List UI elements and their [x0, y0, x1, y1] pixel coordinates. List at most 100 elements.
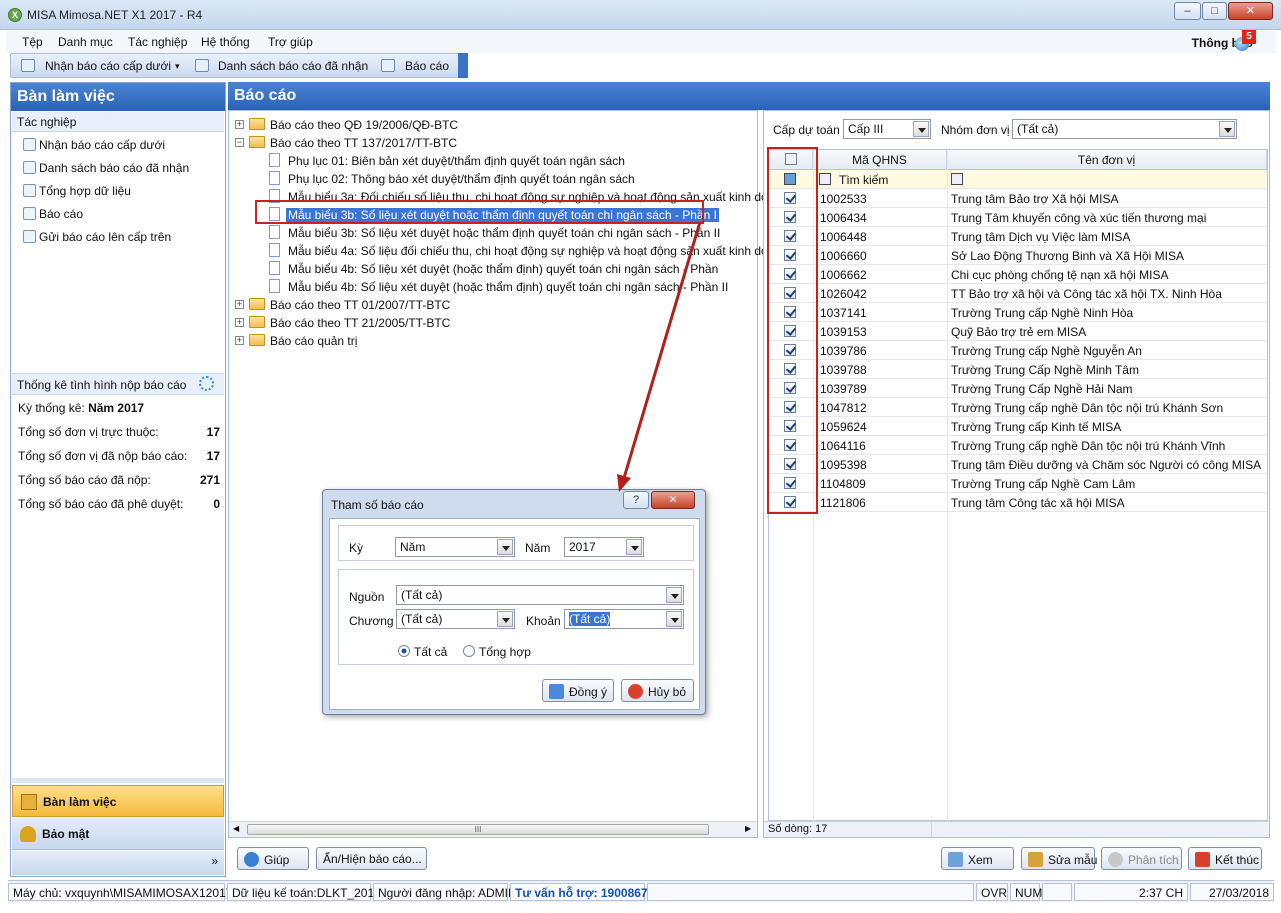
table-row[interactable]: 1095398 Trung tâm Điều dưỡng và Chăm sóc … [769, 455, 1267, 474]
radio-summary[interactable] [463, 645, 475, 657]
analyze-button[interactable]: Phân tích [1101, 847, 1182, 870]
collapse-icon[interactable]: − [235, 138, 244, 147]
table-row[interactable]: 1121806 Trung tâm Công tác xã hội MISA [769, 493, 1267, 512]
status-support[interactable]: Tư vấn hỗ trợ: 19008677 [510, 883, 654, 901]
table-row[interactable]: 1006448 Trung tâm Dịch vụ Việc làm MISA [769, 227, 1267, 246]
table-row[interactable]: 1104809 Trường Trung cấp Nghề Cam Lâm [769, 474, 1267, 493]
view-button[interactable]: Xem [941, 847, 1014, 870]
menu-system[interactable]: Hệ thống [201, 35, 250, 49]
table-row[interactable]: 1002533 Trung tâm Bảo trợ Xã hội MISA [769, 189, 1267, 208]
radio-summary-label[interactable]: Tổng hợp [479, 645, 531, 659]
tree-label: Mẫu biểu 4a: Số liệu đối chiếu thu, chi … [288, 244, 782, 258]
gear-icon[interactable] [199, 376, 214, 391]
splitter-grip[interactable] [12, 778, 224, 783]
expand-icon[interactable]: + [235, 318, 244, 327]
source-select[interactable]: (Tất cả) [396, 585, 684, 605]
toolbar-received-list-button[interactable]: Danh sách báo cáo đã nhận [218, 59, 368, 73]
unit-grid: Mã QHNS Tên đơn vị Tìm kiếm 1002533 Trung… [768, 149, 1268, 822]
expand-icon[interactable]: + [235, 336, 244, 345]
table-row[interactable]: 1064116 Trường Trung cấp nghề Dân tộc nội… [769, 436, 1267, 455]
dialog-close-button[interactable]: ✕ [651, 491, 695, 509]
nav-aggregate-data[interactable]: Tổng hợp dữ liệu [23, 184, 131, 198]
menu-file[interactable]: Tệp [22, 35, 43, 49]
table-row[interactable]: 1026042 TT Bảo trợ xã hội và Công tác xã … [769, 284, 1267, 303]
table-row[interactable]: 1006662 Chi cục phòng chống tệ nạn xã hội… [769, 265, 1267, 284]
filter-operator-icon[interactable] [819, 173, 831, 185]
unit-name: Trường Trung Cấp Nghề Hải Nam [951, 382, 1133, 396]
search-label[interactable]: Tìm kiếm [839, 173, 888, 187]
scroll-thumb[interactable]: III [247, 824, 709, 835]
finish-button[interactable]: Kết thúc [1188, 847, 1262, 870]
chevron-down-icon[interactable] [626, 539, 642, 555]
column-header-code[interactable]: Mã QHNS [813, 150, 947, 170]
nav-received-list[interactable]: Danh sách báo cáo đã nhận [23, 161, 189, 175]
expand-icon[interactable]: + [235, 120, 244, 129]
table-row[interactable]: 1039786 Trường Trung cấp Nghề Nguyễn An [769, 341, 1267, 360]
toolbar: Nhận báo cáo cấp dưới ▾ Danh sách báo cá… [10, 53, 468, 78]
close-button[interactable]: ✕ [1228, 2, 1273, 20]
radio-all-label[interactable]: Tất cả [414, 645, 447, 659]
report-icon [381, 59, 395, 72]
menu-operations[interactable]: Tác nghiệp [128, 35, 187, 49]
dialog-help-button[interactable]: ? [623, 491, 649, 509]
toolbar-overflow-button[interactable] [458, 53, 468, 78]
ok-button[interactable]: Đồng ý [542, 679, 614, 702]
send-icon [23, 230, 36, 243]
toolbar-receive-button[interactable]: Nhận báo cáo cấp dưới [45, 59, 171, 73]
table-row[interactable]: 1039788 Trường Trung Cấp Nghề Minh Tâm [769, 360, 1267, 379]
chevron-down-icon[interactable] [666, 611, 682, 627]
help-button[interactable]: Giúp [237, 847, 309, 870]
filter-operator-icon[interactable] [951, 173, 963, 185]
table-row[interactable]: 1059624 Trường Trung cấp Kinh tế MISA [769, 417, 1267, 436]
scroll-right-icon[interactable]: ▶ [745, 824, 751, 833]
nav-workspace-button[interactable]: Bàn làm việc [12, 785, 224, 817]
budget-level-select[interactable]: Cấp III [843, 119, 931, 139]
nav-reports[interactable]: Báo cáo [23, 207, 83, 221]
radio-all[interactable] [398, 645, 410, 657]
expand-icon[interactable]: + [235, 300, 244, 309]
toolbar-report-button[interactable]: Báo cáo [405, 59, 449, 73]
list-icon [23, 161, 36, 174]
item-select[interactable]: (Tất cả) [564, 609, 684, 629]
row-count: Số dòng: 17 [768, 823, 828, 835]
edit-template-button[interactable]: Sửa mẫu [1021, 847, 1097, 870]
nav-security-button[interactable]: Bảo mật [12, 818, 224, 850]
year-select[interactable]: 2017 [564, 537, 644, 557]
chevron-down-icon[interactable] [497, 611, 513, 627]
nav-send-report-up[interactable]: Gửi báo cáo lên cấp trên [23, 230, 171, 244]
table-row[interactable]: 1006434 Trung Tâm khuyến công và xúc tiến… [769, 208, 1267, 227]
table-row[interactable]: 1047812 Trường Trung cấp nghề Dân tộc nội… [769, 398, 1267, 417]
horizontal-scrollbar[interactable]: ◀ III ▶ [229, 821, 757, 837]
status-empty [647, 883, 974, 901]
menu-catalog[interactable]: Danh mục [58, 35, 113, 49]
table-row[interactable]: 1037141 Trường Trung cấp Nghề Ninh Hòa [769, 303, 1267, 322]
cancel-button[interactable]: Hủy bỏ [621, 679, 694, 702]
chevron-down-icon[interactable] [497, 539, 513, 555]
chevron-down-icon[interactable] [666, 587, 682, 603]
nav-receive-reports[interactable]: Nhận báo cáo cấp dưới [23, 138, 165, 152]
dropdown-arrow-icon[interactable]: ▾ [175, 61, 180, 72]
table-row[interactable]: 1006660 Sở Lao Động Thương Binh và Xã Hội… [769, 246, 1267, 265]
chevron-down-icon[interactable] [913, 121, 929, 137]
menu-help[interactable]: Trợ giúp [268, 35, 313, 49]
chevron-down-icon[interactable] [1219, 121, 1235, 137]
aggregate-icon [23, 184, 36, 197]
unit-group-select[interactable]: (Tất cả) [1012, 119, 1237, 139]
maximize-button[interactable]: □ [1202, 2, 1227, 20]
stats-row: Tổng số đơn vị trực thuộc: 17 [18, 425, 220, 439]
analyze-icon [1108, 852, 1123, 867]
operations-section-header: Tác nghiệp [12, 112, 224, 132]
unit-code: 1026042 [820, 287, 867, 301]
column-header-name[interactable]: Tên đơn vị [947, 150, 1267, 170]
toggle-reports-button[interactable]: Ẩn/Hiện báo cáo... [316, 847, 427, 870]
status-num: NUM [1010, 883, 1042, 901]
table-row[interactable]: 1039789 Trường Trung Cấp Nghề Hải Nam [769, 379, 1267, 398]
nav-more-button[interactable]: » [12, 851, 224, 875]
period-select[interactable]: Năm [395, 537, 515, 557]
tree-label: Mẫu biểu 4b: Số liệu xét duyệt (hoặc thẩ… [288, 262, 719, 276]
table-row[interactable]: 1039153 Quỹ Bảo trợ trẻ em MISA [769, 322, 1267, 341]
check-icon [549, 684, 564, 699]
minimize-button[interactable]: – [1174, 2, 1201, 20]
chapter-select[interactable]: (Tất cả) [396, 609, 515, 629]
scroll-left-icon[interactable]: ◀ [233, 824, 239, 833]
